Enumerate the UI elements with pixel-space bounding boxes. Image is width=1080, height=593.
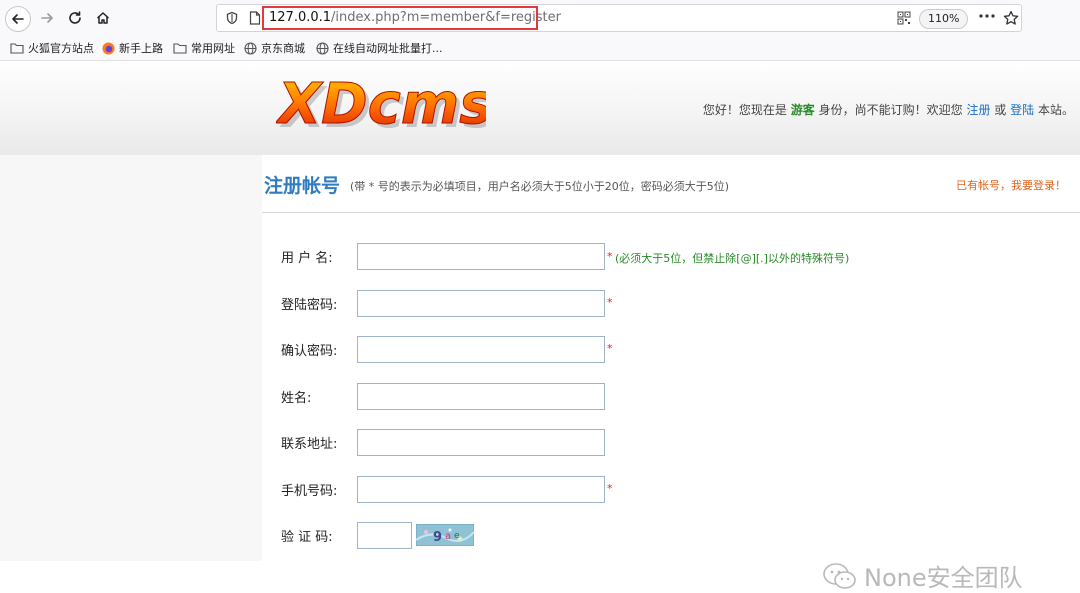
- welcome-prefix: 您好！您现在是: [702, 103, 787, 117]
- username-input[interactable]: [357, 243, 605, 270]
- username-hint: (必须大于5位，但禁止除[@][.]以外的特殊符号): [615, 252, 850, 265]
- watermark: None安全团队: [822, 558, 1023, 593]
- name-label: 姓名:: [281, 391, 312, 406]
- web-page: XDcms XDcms 您好！您现在是 游客 身份，尚不能订购！欢迎您 注册 或…: [0, 61, 1080, 592]
- url-bar[interactable]: 127.0.0.1/index.php?m=member&f=register …: [216, 4, 1022, 32]
- bookmark-label: 京东商城: [261, 42, 305, 55]
- bookmarks-bar: 火狐官方站点 新手上路 常用网址 京东商城 在线自动网址批量打...: [0, 36, 1080, 61]
- captcha-image[interactable]: 9 a e: [416, 524, 474, 546]
- bookmark-label: 新手上路: [119, 42, 163, 55]
- required-mark: *: [607, 296, 613, 309]
- register-note: (带 * 号的表示为必填项目，用户名必须大于5位小于20位，密码必须大于5位): [350, 180, 730, 193]
- zoom-badge[interactable]: 110%: [919, 9, 969, 29]
- firefox-icon: [102, 42, 115, 54]
- folder-icon: [173, 43, 187, 54]
- home-button[interactable]: [90, 5, 116, 31]
- left-margin: [0, 155, 262, 561]
- reload-icon: [69, 11, 81, 24]
- register-link[interactable]: 注册: [966, 103, 990, 117]
- address-label: 联系地址:: [281, 437, 338, 452]
- globe-icon: [316, 41, 329, 55]
- required-mark: *: [607, 342, 613, 355]
- welcome-message: 您好！您现在是 游客 身份，尚不能订购！欢迎您 注册 或 登陆 本站。: [703, 101, 1074, 118]
- bookmark-star-icon[interactable]: [1003, 10, 1019, 26]
- globe-icon: [244, 41, 257, 55]
- bookmark-label: 火狐官方站点: [28, 42, 94, 55]
- arrow-left-icon: [12, 14, 24, 24]
- mobile-input[interactable]: [357, 476, 605, 503]
- site-header: XDcms XDcms 您好！您现在是 游客 身份，尚不能订购！欢迎您 注册 或…: [0, 61, 1080, 155]
- captcha-text: 9: [433, 530, 442, 545]
- bookmark-item[interactable]: 新手上路: [102, 40, 163, 56]
- bookmark-label: 在线自动网址批量打...: [333, 42, 443, 55]
- divider: [262, 212, 1080, 213]
- url-host: 127.0.0.1: [269, 10, 332, 25]
- site-logo[interactable]: XDcms XDcms: [276, 75, 486, 137]
- page-icon[interactable]: [249, 11, 261, 25]
- wechat-icon: [823, 562, 856, 589]
- watermark-text: None安全团队: [864, 564, 1023, 592]
- captcha-label: 验 证 码:: [281, 530, 333, 545]
- welcome-middle: 身份，尚不能订购！欢迎您: [818, 103, 963, 117]
- qr-code-icon[interactable]: [897, 11, 911, 25]
- mobile-label: 手机号码:: [281, 484, 338, 499]
- page-title: 注册帐号: [264, 175, 341, 197]
- name-input[interactable]: [357, 383, 605, 410]
- browser-toolbar: 127.0.0.1/index.php?m=member&f=register …: [0, 0, 1080, 37]
- confirm-password-input[interactable]: [357, 336, 605, 363]
- or-text: 或: [994, 103, 1007, 117]
- svg-text:e: e: [454, 531, 460, 541]
- shield-icon[interactable]: [225, 11, 239, 25]
- svg-text:a: a: [445, 531, 451, 542]
- home-icon: [96, 12, 110, 24]
- guest-label: 游客: [790, 103, 815, 117]
- arrow-right-icon: [41, 13, 53, 23]
- folder-icon: [10, 43, 24, 54]
- bookmark-label: 常用网址: [191, 42, 235, 55]
- password-input[interactable]: [357, 290, 605, 317]
- required-mark: *: [607, 482, 613, 495]
- back-button[interactable]: [5, 6, 31, 32]
- url-path: /index.php?m=member&f=register: [331, 10, 561, 25]
- logo-text: XDcms: [276, 75, 486, 137]
- username-label: 用 户 名:: [281, 251, 333, 266]
- bookmark-item[interactable]: 在线自动网址批量打...: [316, 40, 443, 56]
- forward-button[interactable]: [34, 5, 60, 31]
- confirm-password-label: 确认密码:: [281, 344, 338, 359]
- address-input[interactable]: [357, 429, 605, 456]
- password-label: 登陆密码:: [281, 298, 338, 313]
- required-mark: *: [607, 250, 613, 263]
- more-icon[interactable]: [979, 13, 995, 19]
- reload-button[interactable]: [62, 5, 88, 31]
- bookmark-item[interactable]: 火狐官方站点: [10, 40, 94, 56]
- login-link[interactable]: 登陆: [1010, 103, 1034, 117]
- welcome-suffix: 本站。: [1037, 103, 1074, 117]
- have-account-link[interactable]: 已有帐号，我要登录！: [956, 177, 1066, 193]
- captcha-input[interactable]: [357, 522, 412, 549]
- url-text[interactable]: 127.0.0.1/index.php?m=member&f=register: [269, 10, 561, 25]
- register-panel: 注册帐号 (带 * 号的表示为必填项目，用户名必须大于5位小于20位，密码必须大…: [262, 155, 1080, 561]
- bookmark-item[interactable]: 常用网址: [173, 40, 235, 56]
- bookmark-item[interactable]: 京东商城: [244, 40, 305, 56]
